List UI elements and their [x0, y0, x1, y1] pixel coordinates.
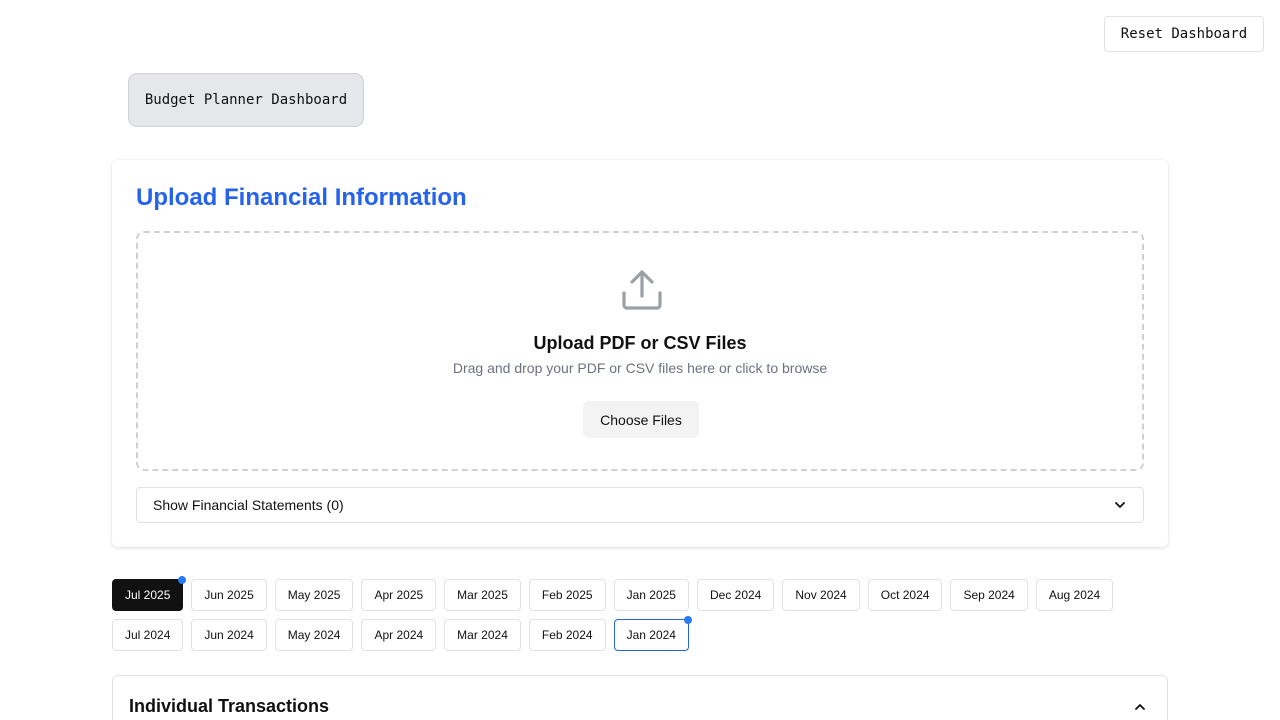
app-title: Budget Planner Dashboard: [128, 73, 364, 127]
month-pill-label: Dec 2024: [709, 588, 762, 602]
month-pill-label: Nov 2024: [795, 588, 847, 602]
dropzone-hint: Drag and drop your PDF or CSV files here…: [452, 360, 828, 376]
month-pill[interactable]: May 2024: [274, 619, 354, 651]
month-pill[interactable]: Nov 2024: [782, 579, 860, 611]
month-pill-label: May 2025: [287, 588, 341, 602]
chevron-up-icon[interactable]: [1133, 700, 1147, 714]
month-pill-label: Apr 2024: [374, 628, 424, 642]
upload-icon: [622, 270, 662, 310]
upload-card: Upload Financial Information Upload PDF …: [112, 160, 1168, 547]
month-pill[interactable]: Mar 2024: [444, 619, 521, 651]
month-pill-label: Jul 2025: [125, 588, 171, 602]
month-pill[interactable]: Jul 2024: [112, 619, 184, 651]
month-pill[interactable]: May 2025: [274, 579, 354, 611]
month-pill[interactable]: Jun 2025: [191, 579, 267, 611]
month-pill[interactable]: Feb 2025: [528, 579, 606, 611]
month-pill-label: Feb 2025: [541, 588, 593, 602]
choose-files-button[interactable]: Choose Files: [583, 401, 699, 438]
month-pill[interactable]: Jul 2025: [112, 576, 187, 611]
chevron-down-icon: [1115, 502, 1125, 508]
transactions-card: Individual Transactions: [112, 675, 1168, 720]
month-pill-label: Jun 2024: [204, 628, 254, 642]
dropzone-heading: Upload PDF or CSV Files: [533, 333, 747, 353]
month-pill[interactable]: Jun 2024: [191, 619, 267, 651]
month-pill[interactable]: Oct 2024: [867, 579, 943, 611]
month-pill-label: Jan 2024: [626, 628, 676, 642]
month-pill-label: Mar 2025: [457, 588, 508, 602]
month-pill-label: Jan 2025: [626, 588, 676, 602]
month-pill[interactable]: Mar 2025: [444, 579, 521, 611]
update-indicator-dot: [178, 576, 187, 584]
month-pill-label: May 2024: [287, 628, 341, 642]
statements-toggle-label: Show Financial Statements (0): [153, 497, 344, 513]
month-pill[interactable]: Apr 2024: [361, 619, 437, 651]
transactions-title: Individual Transactions: [129, 696, 330, 716]
month-pill[interactable]: Dec 2024: [696, 579, 775, 611]
upload-section-title: Upload Financial Information: [136, 184, 467, 211]
month-pill-label: Mar 2024: [457, 628, 508, 642]
month-pill[interactable]: Aug 2024: [1035, 579, 1114, 611]
month-selector-row-1: Jul 2025 Jun 2025 May 2025 Apr 2025 Mar 2025…: [112, 576, 1114, 611]
month-pill-label: Oct 2024: [880, 588, 930, 602]
reset-dashboard-button[interactable]: Reset Dashboard: [1104, 16, 1264, 52]
month-pill-label: Aug 2024: [1048, 588, 1101, 602]
update-indicator-dot: [683, 616, 692, 624]
month-pill[interactable]: Apr 2025: [361, 579, 437, 611]
month-pill[interactable]: Feb 2024: [528, 619, 606, 651]
month-pill[interactable]: Jan 2024: [613, 616, 692, 651]
month-selector-row-2: Jul 2024 Jun 2024 May 2024 Apr 2024 Mar 2024…: [112, 616, 692, 651]
month-pill-label: Feb 2024: [541, 628, 593, 642]
month-pill[interactable]: Sep 2024: [950, 579, 1028, 611]
month-pill-label: Jun 2025: [204, 588, 254, 602]
month-pill-label: Sep 2024: [963, 588, 1015, 602]
month-pill-label: Jul 2024: [125, 628, 171, 642]
file-dropzone[interactable]: Upload PDF or CSV Files Drag and drop yo…: [136, 231, 1144, 471]
month-pill[interactable]: Jan 2025: [613, 579, 689, 611]
month-pill-label: Apr 2025: [374, 588, 424, 602]
show-statements-toggle[interactable]: Show Financial Statements (0): [136, 487, 1144, 523]
